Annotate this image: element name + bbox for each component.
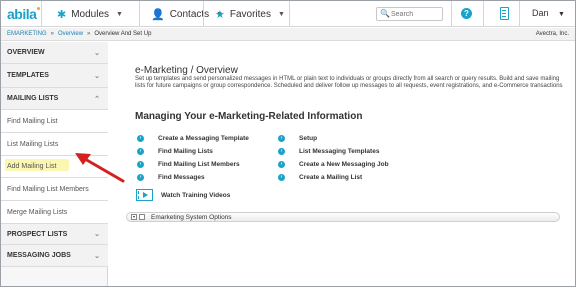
arrow-circle-icon: › bbox=[137, 134, 144, 142]
divider bbox=[139, 1, 140, 27]
star-icon: ★ bbox=[215, 8, 225, 21]
link-create-messaging-template[interactable]: › Create a Messaging Template bbox=[137, 133, 249, 143]
sidebar-section-messaging-jobs[interactable]: MESSAGING JOBS ⌄ bbox=[1, 245, 108, 267]
link-find-mailing-list-members[interactable]: › Find Mailing List Members bbox=[137, 159, 240, 169]
sidebar-item-label: Merge Mailing Lists bbox=[7, 208, 68, 216]
favorites-label: Favorites bbox=[229, 8, 271, 20]
link-find-messages[interactable]: › Find Messages bbox=[137, 172, 205, 182]
video-icon bbox=[136, 189, 153, 201]
sidebar-section-label: MAILING LISTS bbox=[7, 95, 59, 102]
contacts-menu[interactable]: 👤 Contacts ▼ bbox=[151, 1, 223, 27]
sidebar-section-label: OVERVIEW bbox=[7, 49, 45, 56]
modules-menu[interactable]: ✱ Modules ▼ bbox=[57, 1, 123, 27]
user-name: Dan bbox=[532, 8, 549, 18]
arrow-circle-icon: › bbox=[137, 147, 144, 155]
section-title: Managing Your e-Marketing-Related Inform… bbox=[135, 111, 363, 122]
chevron-up-icon: ⌃ bbox=[94, 95, 100, 103]
sidebar-section-label: MESSAGING JOBS bbox=[7, 252, 71, 259]
sidebar-section-templates[interactable]: TEMPLATES ⌄ bbox=[1, 64, 108, 88]
divider bbox=[203, 1, 204, 27]
building-icon[interactable] bbox=[500, 7, 509, 20]
arrow-circle-icon: › bbox=[278, 173, 285, 181]
link-list-messaging-templates[interactable]: › List Messaging Templates bbox=[278, 146, 379, 156]
expand-toggle-icon[interactable]: ▾ bbox=[131, 214, 137, 220]
link-label: Find Mailing List Members bbox=[158, 160, 240, 168]
sidebar-item-label: Add Mailing List bbox=[7, 163, 57, 170]
chevron-down-icon: ⌄ bbox=[94, 49, 100, 57]
sidebar-item-merge-mailing-lists[interactable]: Merge Mailing Lists bbox=[1, 201, 108, 224]
divider bbox=[483, 1, 484, 27]
link-label: List Messaging Templates bbox=[299, 147, 380, 155]
divider bbox=[289, 1, 290, 27]
arrow-circle-icon: › bbox=[137, 160, 144, 168]
panel-icon bbox=[139, 214, 145, 220]
link-setup[interactable]: › Setup bbox=[278, 133, 317, 143]
divider bbox=[451, 1, 452, 27]
divider bbox=[519, 1, 520, 27]
abila-logo[interactable]: abila bbox=[7, 6, 41, 22]
arrow-circle-icon: › bbox=[278, 147, 285, 155]
puzzle-icon: ✱ bbox=[57, 8, 67, 21]
training-label: Watch Training Videos bbox=[161, 191, 231, 199]
chevron-down-icon: ▼ bbox=[278, 10, 285, 18]
favorites-menu[interactable]: ★ Favorites ▼ bbox=[215, 1, 285, 27]
link-label: Setup bbox=[299, 134, 318, 142]
chevron-down-icon: ⌄ bbox=[94, 72, 100, 80]
link-label: Create a New Messaging Job bbox=[299, 160, 389, 168]
chevron-down-icon: ⌄ bbox=[94, 252, 100, 260]
link-label: Find Mailing Lists bbox=[158, 147, 213, 155]
search-input[interactable] bbox=[391, 8, 446, 20]
page-title: e-Marketing / Overview bbox=[135, 65, 238, 76]
watch-training-videos-link[interactable]: Watch Training Videos bbox=[136, 188, 230, 202]
annotation-arrow-icon bbox=[75, 153, 125, 183]
help-icon[interactable]: ? bbox=[461, 8, 472, 19]
system-options-label: Emarketing System Options bbox=[151, 213, 232, 221]
user-menu[interactable]: Dan ▼ bbox=[532, 8, 565, 18]
sidebar-section-prospect-lists[interactable]: PROSPECT LISTS ⌄ bbox=[1, 224, 108, 245]
sidebar-item-label: List Mailing Lists bbox=[7, 140, 59, 148]
link-label: Find Messages bbox=[158, 173, 205, 181]
link-find-mailing-lists[interactable]: › Find Mailing Lists bbox=[137, 146, 213, 156]
logo-dot bbox=[37, 7, 41, 10]
breadcrumb: EMARKETING» Overview» Overview And Set Up bbox=[7, 31, 151, 37]
link-label: Create a Mailing List bbox=[299, 173, 363, 181]
arrow-circle-icon: › bbox=[278, 160, 285, 168]
person-icon: 👤 bbox=[151, 8, 165, 21]
breadcrumb-current: Overview And Set Up bbox=[94, 31, 152, 37]
breadcrumb-separator: » bbox=[87, 31, 91, 37]
arrow-circle-icon: › bbox=[278, 134, 285, 142]
sidebar-item-find-mailing-list[interactable]: Find Mailing List bbox=[1, 110, 108, 133]
breadcrumb-bar: EMARKETING» Overview» Overview And Set Up … bbox=[1, 28, 575, 41]
chevron-down-icon: ▼ bbox=[558, 11, 565, 18]
search-box[interactable]: 🔍 bbox=[376, 7, 446, 21]
sidebar-item-label: Find Mailing List bbox=[7, 117, 58, 125]
link-create-mailing-list[interactable]: › Create a Mailing List bbox=[278, 172, 362, 182]
sidebar-section-label: PROSPECT LISTS bbox=[7, 230, 68, 238]
page-description: Set up templates and send personalized m… bbox=[135, 76, 563, 89]
link-create-new-messaging-job[interactable]: › Create a New Messaging Job bbox=[278, 159, 389, 169]
sidebar-section-mailing-lists[interactable]: MAILING LISTS ⌃ bbox=[1, 88, 108, 110]
chevron-down-icon: ⌄ bbox=[94, 231, 100, 238]
sidebar-section-overview[interactable]: OVERVIEW ⌄ bbox=[1, 42, 108, 64]
link-label: Create a Messaging Template bbox=[158, 134, 249, 142]
chevron-down-icon: ▼ bbox=[116, 10, 123, 18]
app-window: abila ✱ Modules ▼ 👤 Contacts ▼ ★ Favorit… bbox=[0, 0, 576, 287]
arrow-circle-icon: › bbox=[137, 173, 144, 181]
breadcrumb-emarketing[interactable]: EMARKETING bbox=[7, 31, 47, 37]
organization-name: Avectra, Inc. bbox=[535, 31, 569, 37]
system-options-panel[interactable]: ▾ Emarketing System Options bbox=[126, 212, 560, 222]
search-icon: 🔍 bbox=[380, 9, 390, 18]
sidebar-section-label: TEMPLATES bbox=[7, 72, 49, 79]
modules-label: Modules bbox=[71, 8, 110, 20]
divider bbox=[41, 1, 42, 27]
breadcrumb-overview[interactable]: Overview bbox=[58, 31, 83, 37]
breadcrumb-separator: » bbox=[50, 31, 55, 37]
main-content: e-Marketing / Overview Set up templates … bbox=[123, 48, 573, 286]
top-navigation-bar: abila ✱ Modules ▼ 👤 Contacts ▼ ★ Favorit… bbox=[1, 1, 575, 27]
